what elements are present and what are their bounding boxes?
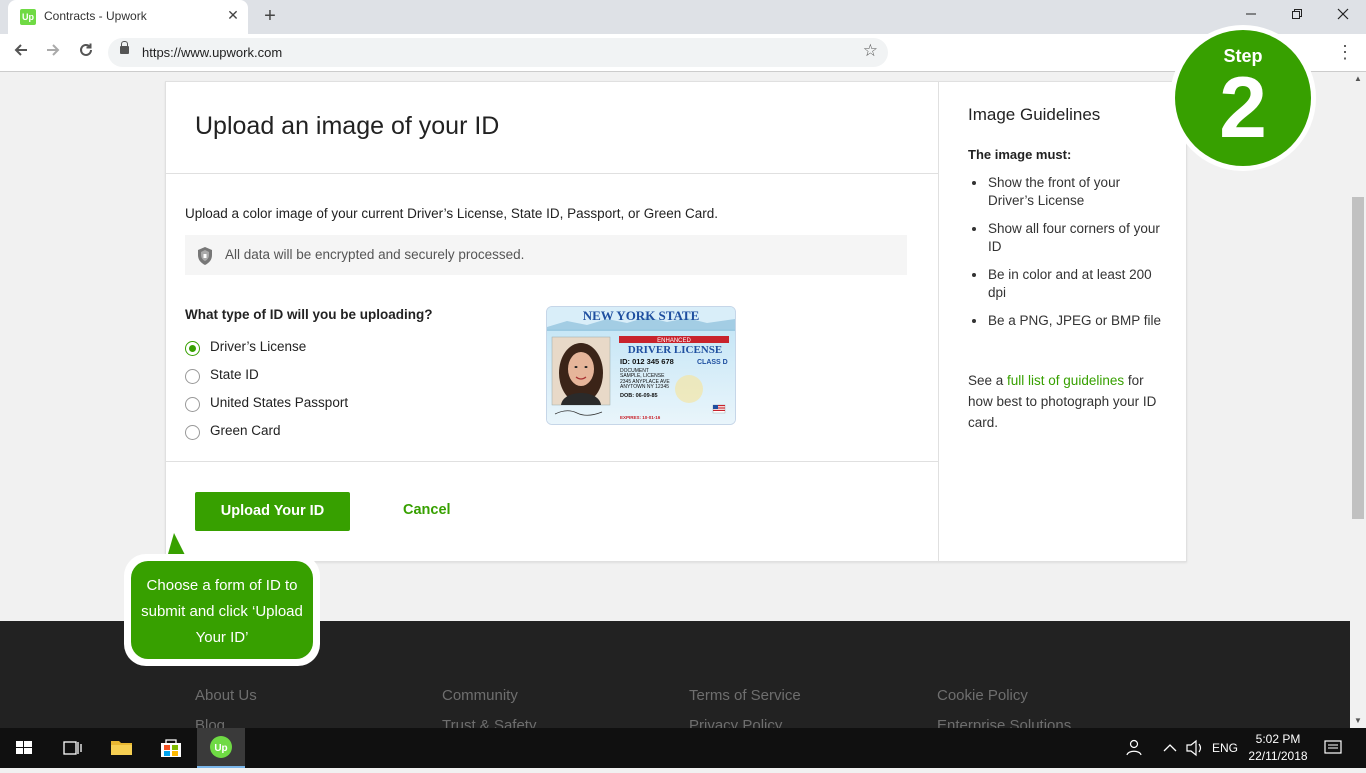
id-type-text: DRIVER LICENSE bbox=[628, 344, 722, 356]
radio-label: Driver’s License bbox=[210, 339, 307, 354]
upload-form-panel: Upload an image of your ID Upload a colo… bbox=[166, 82, 939, 561]
id-state-text: NEW YORK STATE bbox=[583, 308, 700, 323]
lock-icon bbox=[120, 41, 129, 54]
restore-icon[interactable] bbox=[1274, 4, 1320, 26]
page-scrollbar[interactable]: ▲ ▼ bbox=[1350, 72, 1366, 728]
radio-label: United States Passport bbox=[210, 395, 349, 410]
guideline-item: Show the front of your Driver’s License bbox=[968, 174, 1168, 210]
radio-button[interactable] bbox=[185, 369, 200, 384]
guidelines-list: Show the front of your Driver’s License … bbox=[968, 174, 1168, 340]
guidelines-see-more: See a full list of guidelines for how be… bbox=[968, 370, 1163, 433]
store-icon[interactable] bbox=[147, 728, 195, 768]
reload-icon[interactable] bbox=[74, 40, 98, 64]
step-badge-inner: Step 2 bbox=[1175, 30, 1311, 166]
footer-link-terms[interactable]: Terms of Service bbox=[689, 687, 801, 704]
back-icon[interactable] bbox=[9, 40, 33, 64]
footer-link-trust-safety[interactable]: Trust & Safety bbox=[442, 717, 536, 728]
forward-icon[interactable] bbox=[41, 40, 65, 64]
browser-tab-strip: Up Contracts - Upwork ✕ + bbox=[0, 0, 1366, 34]
see-prefix: See a bbox=[968, 373, 1008, 388]
radio-button[interactable] bbox=[185, 397, 200, 412]
minimize-icon[interactable] bbox=[1228, 4, 1274, 26]
task-view-icon[interactable] bbox=[48, 728, 96, 768]
bookmark-star-icon[interactable]: ☆ bbox=[863, 41, 878, 61]
full-guidelines-link[interactable]: full list of guidelines bbox=[1007, 373, 1124, 388]
cancel-button[interactable]: Cancel bbox=[403, 502, 451, 518]
step-badge: Step 2 bbox=[1170, 25, 1316, 171]
scrollbar-thumb[interactable] bbox=[1352, 197, 1364, 519]
clock-date[interactable]: 22/11/2018 bbox=[1248, 749, 1308, 763]
volume-icon[interactable] bbox=[1183, 728, 1207, 768]
file-explorer-icon[interactable] bbox=[98, 728, 146, 768]
address-bar[interactable]: https://www.upwork.com ☆ bbox=[108, 38, 888, 67]
callout-text: Choose a form of ID to submit and click … bbox=[141, 577, 303, 646]
id-type-question: What type of ID will you be uploading? bbox=[185, 307, 433, 322]
upwork-app-taskbar-icon[interactable]: Up bbox=[197, 728, 245, 768]
shield-icon bbox=[196, 246, 214, 266]
browser-toolbar: https://www.upwork.com ☆ ⋮ bbox=[0, 34, 1366, 72]
footer-link-enterprise[interactable]: Enterprise Solutions bbox=[937, 717, 1071, 728]
page-title: Upload an image of your ID bbox=[195, 112, 500, 140]
tab-close-icon[interactable]: ✕ bbox=[224, 6, 242, 24]
svg-text:Up: Up bbox=[214, 743, 227, 754]
browser-tab[interactable]: Up Contracts - Upwork ✕ bbox=[8, 0, 248, 34]
language-indicator[interactable]: ENG bbox=[1212, 741, 1238, 755]
window-close-icon[interactable] bbox=[1320, 4, 1366, 26]
scroll-down-arrow-icon[interactable]: ▼ bbox=[1350, 714, 1366, 728]
footer-link-about-us[interactable]: About Us bbox=[195, 687, 257, 704]
guidelines-panel: Image Guidelines The image must: Show th… bbox=[939, 82, 1186, 561]
footer-link-blog[interactable]: Blog bbox=[195, 717, 225, 728]
action-center-icon[interactable] bbox=[1318, 728, 1348, 768]
show-hidden-icons-chevron-icon[interactable] bbox=[1160, 728, 1180, 768]
browser-menu-icon[interactable]: ⋮ bbox=[1336, 40, 1354, 64]
people-icon[interactable] bbox=[1116, 728, 1152, 768]
guidelines-title: Image Guidelines bbox=[968, 105, 1101, 124]
upwork-favicon-icon: Up bbox=[20, 9, 36, 25]
upload-id-card: Upload an image of your ID Upload a colo… bbox=[165, 81, 1187, 562]
intro-text: Upload a color image of your current Dri… bbox=[185, 206, 718, 221]
security-notice-text: All data will be encrypted and securely … bbox=[225, 247, 525, 262]
new-tab-icon[interactable]: + bbox=[258, 4, 282, 28]
guideline-item: Be a PNG, JPEG or BMP file bbox=[968, 312, 1168, 330]
guideline-item: Be in color and at least 200 dpi bbox=[968, 266, 1168, 302]
id-number-text: ID: 012 345 678 bbox=[620, 357, 674, 366]
upload-id-button[interactable]: Upload Your ID bbox=[195, 492, 350, 531]
radio-button[interactable] bbox=[185, 425, 200, 440]
id-dob-text: DOB: 06-09-85 bbox=[620, 393, 658, 399]
id-name-line: ANYTOWN NY 12345 bbox=[620, 384, 669, 390]
url-text[interactable]: https://www.upwork.com bbox=[142, 45, 282, 60]
instruction-callout: Choose a form of ID to submit and click … bbox=[124, 554, 320, 666]
tab-title: Contracts - Upwork bbox=[44, 9, 147, 23]
sample-drivers-license-image: NEW YORK STATE ENHANCED DRIVER LICENSE I… bbox=[546, 306, 736, 425]
windows-start-icon[interactable] bbox=[0, 728, 48, 768]
footer-link-community[interactable]: Community bbox=[442, 687, 518, 704]
windows-taskbar: Up ENG 5:02 PM 22/11/2018 bbox=[0, 728, 1366, 768]
radio-label: Green Card bbox=[210, 423, 281, 438]
footer-link-privacy[interactable]: Privacy Policy bbox=[689, 717, 782, 728]
footer-link-cookie-policy[interactable]: Cookie Policy bbox=[937, 687, 1028, 704]
clock-time[interactable]: 5:02 PM bbox=[1248, 732, 1308, 746]
guideline-item: Show all four corners of your ID bbox=[968, 220, 1168, 256]
callout-bubble: Choose a form of ID to submit and click … bbox=[131, 561, 313, 659]
id-class-text: CLASS D bbox=[697, 359, 728, 366]
id-expires-text: EXPIRES: 10-01-16 bbox=[620, 415, 661, 420]
radio-button-selected[interactable] bbox=[185, 341, 200, 356]
security-notice: All data will be encrypted and securely … bbox=[185, 235, 907, 275]
form-actions: Upload Your ID Cancel bbox=[166, 461, 938, 562]
guidelines-must-label: The image must: bbox=[968, 147, 1072, 162]
scroll-up-arrow-icon[interactable]: ▲ bbox=[1350, 72, 1366, 86]
card-header: Upload an image of your ID bbox=[166, 82, 938, 174]
radio-label: State ID bbox=[210, 367, 259, 382]
step-number: 2 bbox=[1219, 60, 1267, 156]
